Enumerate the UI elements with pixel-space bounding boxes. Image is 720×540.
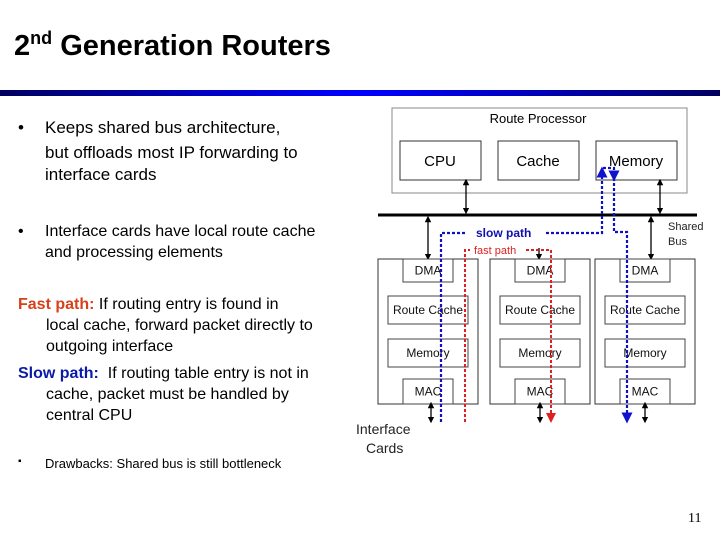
interface-cards: DMA Route Cache Memory MAC DMA Route Cache Mem… <box>377 258 696 405</box>
route-processor-label: Route Processor <box>490 111 587 126</box>
memory-label: Memory <box>609 153 664 170</box>
router-architecture-diagram: Route Processor CPU Cache Memory Shared … <box>356 107 703 456</box>
route-processor: Route Processor CPU Cache Memory <box>391 107 688 194</box>
route-cache-label: Route Cache <box>610 303 680 317</box>
page-number: 11 <box>688 511 702 526</box>
interface-card: DMA Route Cache Memory MAC <box>594 258 696 405</box>
card-memory-label: Memory <box>623 346 666 360</box>
shared-bus-label: Bus <box>668 236 687 248</box>
interface-cards-label: Cards <box>366 440 403 456</box>
dma-label: DMA <box>632 264 659 278</box>
slow-path-diagram-label: slow path <box>476 226 531 240</box>
card-memory-label: Memory <box>406 346 449 360</box>
fast-path-diagram-label: fast path <box>474 245 516 257</box>
card-memory-label: Memory <box>518 346 561 360</box>
route-cache-label: Route Cache <box>393 303 463 317</box>
mac-label: MAC <box>415 385 442 399</box>
dma-label: DMA <box>527 264 554 278</box>
dma-label: DMA <box>415 264 442 278</box>
interface-card: DMA Route Cache Memory MAC <box>489 258 591 405</box>
interface-card: DMA Route Cache Memory MAC <box>377 258 479 405</box>
mac-label: MAC <box>527 385 554 399</box>
shared-bus-label: Shared <box>668 221 703 233</box>
mac-label: MAC <box>632 385 659 399</box>
interface-cards-label: Interface <box>356 421 411 437</box>
route-cache-label: Route Cache <box>505 303 575 317</box>
cache-label: Cache <box>516 153 559 170</box>
cpu-label: CPU <box>424 153 456 170</box>
